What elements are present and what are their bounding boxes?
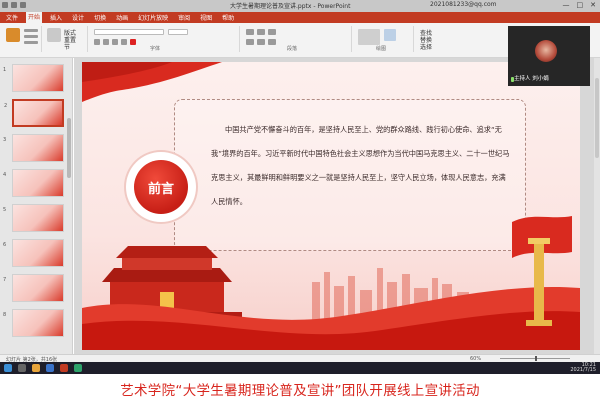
undo-icon[interactable]: [11, 2, 17, 8]
maximize-button[interactable]: □: [577, 1, 584, 9]
numbering-icon[interactable]: [257, 29, 265, 35]
file-explorer-icon[interactable]: [32, 364, 40, 372]
font-group: 字体: [90, 26, 240, 52]
current-slide[interactable]: 中国共产党不懈奋斗的百年，是坚持人民至上、党的群众路线、践行初心使命、追求“无我…: [82, 62, 580, 350]
participant-name: 主持人 刘小娟: [514, 76, 549, 82]
strikethrough-icon[interactable]: [121, 39, 127, 45]
zoom-slider-handle[interactable]: [535, 356, 537, 361]
slides-group: 版式 重置 节: [44, 26, 88, 52]
ribbon-tabs: 文件 开始 插入 设计 切换 动画 幻灯片放映 审阅 视图 帮助: [0, 12, 600, 23]
bold-icon[interactable]: [94, 39, 100, 45]
clipboard-group: [2, 26, 42, 52]
tab-slideshow[interactable]: 幻灯片放映: [136, 13, 170, 22]
align-center-icon[interactable]: [257, 39, 265, 45]
paragraph-group: 段落: [242, 26, 352, 52]
start-icon[interactable]: [4, 364, 12, 372]
tab-transitions[interactable]: 切换: [92, 13, 108, 22]
tab-view[interactable]: 视图: [198, 13, 214, 22]
font-color-icon[interactable]: [130, 39, 136, 45]
font-name-select[interactable]: [94, 29, 164, 35]
title-bar: 大学生暑期理论普及宣讲.pptx - PowerPoint 2021081233…: [0, 0, 600, 12]
paste-icon[interactable]: [6, 28, 20, 42]
status-bar: 幻灯片 第2张，共16张 60%: [0, 354, 600, 363]
thumbnail-scrollbar[interactable]: [67, 118, 71, 178]
tab-home[interactable]: 开始: [26, 12, 43, 23]
bullets-icon[interactable]: [246, 29, 254, 35]
video-participant-tile[interactable]: 主持人 刘小娟: [508, 26, 590, 86]
quick-access-toolbar: [2, 2, 26, 8]
italic-icon[interactable]: [103, 39, 109, 45]
slide-number: 8: [3, 312, 7, 318]
copy-icon[interactable]: [24, 35, 38, 38]
slide-thumbnail[interactable]: 4: [3, 169, 64, 197]
slide-thumbnails-panel: 1 2 3 4 5 6 7 8: [0, 58, 73, 354]
tab-insert[interactable]: 插入: [48, 13, 64, 22]
tiananmen-skyline-decoration: [82, 216, 580, 350]
tab-animations[interactable]: 动画: [114, 13, 130, 22]
drawing-group: 绘图: [354, 26, 414, 52]
redo-icon[interactable]: [20, 2, 26, 8]
slide-number: 5: [3, 207, 7, 213]
save-icon[interactable]: [2, 2, 8, 8]
format-painter-icon[interactable]: [24, 41, 38, 44]
tab-help[interactable]: 帮助: [220, 13, 236, 22]
align-left-icon[interactable]: [246, 39, 254, 45]
shapes-icon[interactable]: [358, 29, 380, 45]
slide-scrollbar-thumb[interactable]: [595, 78, 599, 158]
window-controls: — □ ✕: [563, 1, 597, 9]
screenshot-frame: 大学生暑期理论普及宣讲.pptx - PowerPoint 2021081233…: [0, 0, 600, 403]
photo-caption: 艺术学院“大学生暑期理论普及宣讲”团队开展线上宣讲活动: [0, 374, 600, 403]
cut-icon[interactable]: [24, 29, 38, 32]
slide-thumbnail[interactable]: 1: [3, 64, 64, 92]
slide-number: 3: [3, 137, 7, 143]
powerpoint-icon[interactable]: [60, 364, 68, 372]
slide-number: 1: [3, 67, 7, 73]
section-button[interactable]: 节: [64, 42, 70, 51]
slide-canvas: 中国共产党不懈奋斗的百年，是坚持人民至上、党的群众路线、践行初心使命、追求“无我…: [74, 58, 600, 354]
minimize-button[interactable]: —: [563, 1, 570, 9]
windows-taskbar: 10:21 2021/7/15: [0, 362, 600, 374]
body-text: 中国共产党不懈奋斗的百年，是坚持人民至上、党的群众路线、践行初心使命、追求“无我…: [211, 125, 510, 206]
slide-number: 6: [3, 242, 7, 248]
arrange-icon[interactable]: [384, 29, 396, 41]
clock-date: 2021/7/15: [570, 367, 596, 373]
document-title: 大学生暑期理论普及宣讲.pptx - PowerPoint: [230, 3, 351, 10]
paragraph-group-label: 段落: [287, 46, 298, 52]
slide-thumbnail[interactable]: 5: [3, 204, 64, 232]
select-button[interactable]: 选择: [420, 42, 432, 51]
slide-number: 4: [3, 172, 7, 178]
align-right-icon[interactable]: [268, 39, 276, 45]
system-clock[interactable]: 10:21 2021/7/15: [570, 363, 596, 373]
slide-thumbnail-selected[interactable]: 2: [4, 99, 64, 127]
slide-scrollbar[interactable]: [594, 58, 600, 354]
slide-number: 7: [3, 277, 7, 283]
tab-file[interactable]: 文件: [4, 13, 20, 22]
tab-review[interactable]: 审阅: [176, 13, 192, 22]
indent-icon[interactable]: [268, 29, 276, 35]
underline-icon[interactable]: [112, 39, 118, 45]
participant-avatar: [535, 40, 557, 62]
red-ribbon-decoration: [82, 62, 222, 102]
font-size-select[interactable]: [168, 29, 188, 35]
slide-thumbnail[interactable]: 6: [3, 239, 64, 267]
account-name[interactable]: 2021081233@qq.com: [430, 1, 497, 8]
browser-icon[interactable]: [46, 364, 54, 372]
meeting-app-icon[interactable]: [74, 364, 82, 372]
tab-design[interactable]: 设计: [70, 13, 86, 22]
slide-thumbnail[interactable]: 8: [3, 309, 64, 337]
editing-group: 查找 替换 选择: [416, 26, 456, 52]
search-icon[interactable]: [18, 364, 26, 372]
drawing-group-label: 绘图: [376, 46, 387, 52]
section-badge-label: 前言: [134, 160, 188, 214]
slide-thumbnail[interactable]: 3: [3, 134, 64, 162]
new-slide-icon[interactable]: [47, 28, 61, 42]
slide-thumbnail[interactable]: 7: [3, 274, 64, 302]
font-group-label: 字体: [150, 46, 161, 52]
close-button[interactable]: ✕: [590, 1, 596, 9]
slide-number: 2: [4, 103, 8, 109]
